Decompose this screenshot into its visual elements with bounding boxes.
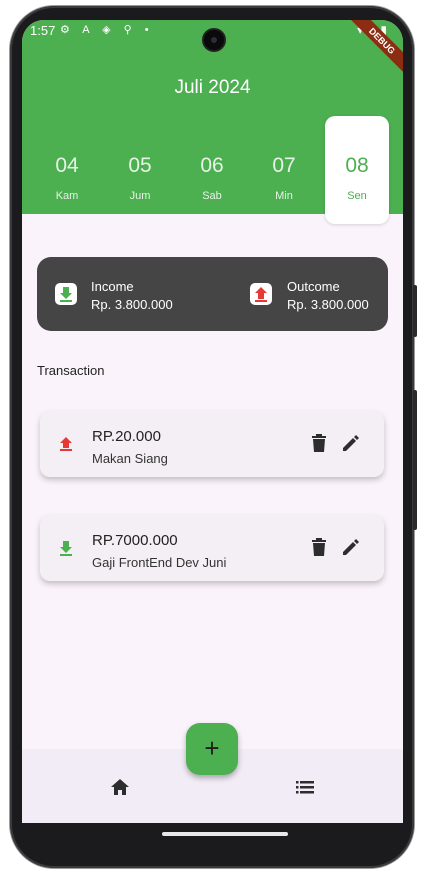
date-item[interactable]: 07 Min: [252, 116, 316, 224]
home-indicator[interactable]: [162, 832, 288, 836]
date-number: 08: [345, 154, 369, 177]
outcome-label: Outcome: [287, 279, 340, 294]
date-item[interactable]: 06 Sab: [180, 116, 244, 224]
camera-cutout: [202, 28, 226, 52]
date-number: 05: [128, 154, 152, 177]
delete-icon[interactable]: [310, 433, 328, 453]
transactions-title: Transaction: [37, 363, 105, 378]
header: 1:57 ⚙ A ◈ ⚲ • ▾◢▮ DEBUG Juli 2024 04 Ka…: [22, 20, 403, 224]
outcome-value: Rp. 3.800.000: [287, 297, 369, 312]
add-transaction-button[interactable]: +: [186, 723, 238, 775]
status-time: 1:57: [30, 23, 56, 38]
status-notification-icons: ⚙ A ◈ ⚲ •: [60, 24, 154, 36]
date-day: Sen: [347, 190, 367, 202]
income-label: Income: [91, 279, 134, 294]
date-number: 06: [200, 154, 224, 177]
date-item[interactable]: 05 Jum: [108, 116, 172, 224]
list-icon[interactable]: [296, 779, 314, 795]
outcome-icon: [250, 283, 272, 305]
income-icon: [55, 283, 77, 305]
date-item[interactable]: 04 Kam: [35, 116, 99, 224]
transaction-description: Gaji FrontEnd Dev Juni: [92, 555, 227, 570]
outcome-icon: [56, 434, 76, 454]
date-day: Kam: [55, 190, 79, 202]
power-button: [413, 285, 417, 337]
date-number: 07: [272, 154, 296, 177]
date-day: Jum: [129, 190, 151, 202]
income-icon: [56, 538, 76, 558]
date-number: 04: [55, 154, 79, 177]
delete-icon[interactable]: [310, 537, 328, 557]
edit-icon[interactable]: [341, 537, 361, 557]
date-day: Sab: [202, 190, 222, 202]
date-day: Min: [275, 190, 293, 202]
volume-button: [413, 390, 417, 530]
app-screen: 1:57 ⚙ A ◈ ⚲ • ▾◢▮ DEBUG Juli 2024 04 Ka…: [22, 20, 403, 823]
home-icon[interactable]: [110, 777, 130, 797]
edit-icon[interactable]: [341, 433, 361, 453]
income-value: Rp. 3.800.000: [91, 297, 173, 312]
transaction-amount: RP.7000.000: [92, 532, 178, 549]
transaction-card[interactable]: RP.20.000 Makan Siang: [40, 411, 384, 477]
month-title: Juli 2024: [174, 77, 251, 98]
transaction-card[interactable]: RP.7000.000 Gaji FrontEnd Dev Juni: [40, 515, 384, 581]
transaction-description: Makan Siang: [92, 451, 168, 466]
date-item-selected[interactable]: 08 Sen: [325, 116, 389, 224]
summary-card: Income Rp. 3.800.000 Outcome Rp. 3.800.0…: [37, 257, 388, 331]
transaction-amount: RP.20.000: [92, 428, 161, 445]
